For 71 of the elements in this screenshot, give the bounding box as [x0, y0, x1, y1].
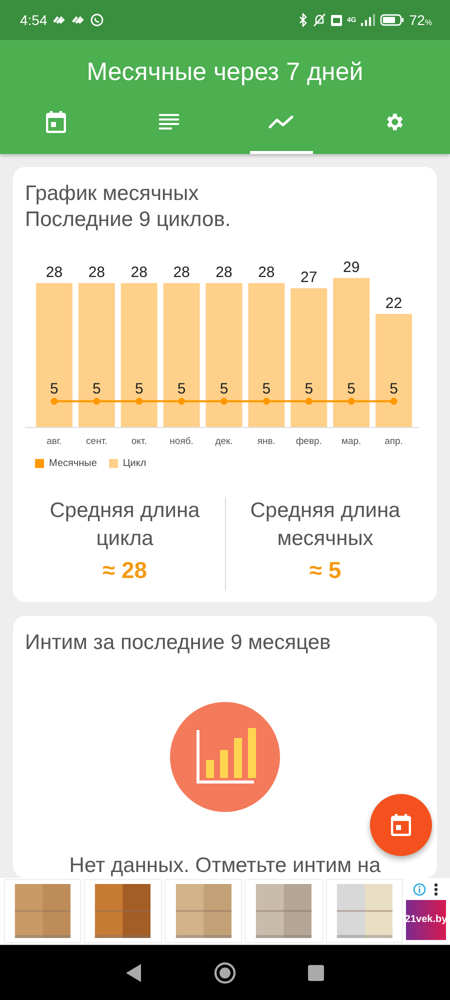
signal-icon: [361, 14, 376, 26]
point-value: 5: [347, 380, 356, 398]
notification-icon: [71, 14, 86, 26]
battery-percent: 72%: [409, 12, 432, 28]
card-subtitle: Последние 9 циклов.: [25, 207, 232, 233]
axis-label: апр.: [384, 436, 403, 447]
phone-bubble-icon: [90, 13, 104, 27]
bar-value: 22: [385, 294, 402, 312]
bar-value: 28: [88, 264, 105, 282]
period-point: [348, 398, 355, 405]
card-title: График месячных: [25, 181, 200, 207]
axis-label: нояб.: [170, 436, 194, 447]
point-value: 5: [304, 380, 314, 398]
period-point: [93, 398, 100, 405]
calendar-icon: [391, 814, 411, 836]
point-value: 5: [92, 380, 101, 398]
bar-value: 29: [343, 258, 360, 276]
period-point: [178, 398, 186, 405]
ad-banner[interactable]: 21vek.by: [0, 878, 450, 945]
status-time: 4:54: [20, 12, 48, 28]
point-value: 5: [134, 380, 144, 398]
period-point: [136, 398, 143, 405]
point-value: 5: [50, 380, 58, 398]
volte-icon: [330, 14, 342, 26]
stat-value: ≈ 28: [101, 557, 148, 584]
period-point: [390, 398, 398, 405]
muted-bell-icon: [312, 13, 326, 27]
bar-value: 27: [300, 269, 318, 286]
legend-swatch: [35, 459, 44, 468]
axis-label: авг.: [46, 436, 62, 447]
legend-swatch: [108, 459, 118, 468]
empty-message: Нет данных. Отметьте интим на: [68, 854, 382, 878]
notification-icon: [52, 14, 66, 26]
bluetooth-icon: [298, 13, 308, 27]
advertiser-logo: 21vek.by: [406, 900, 446, 940]
axis-label: окт.: [131, 436, 147, 447]
axis-label: мар.: [341, 436, 362, 447]
axis-label: сент.: [86, 436, 108, 447]
app-title: Месячные через 7 дней: [86, 57, 364, 88]
period-point: [305, 398, 312, 405]
point-value: 5: [262, 380, 271, 398]
card-title: Интим за последние 9 месяцев: [25, 630, 332, 656]
more-icon[interactable]: [434, 882, 438, 896]
legend-label: Месячные: [49, 458, 97, 469]
stat-value: ≈ 5: [308, 557, 342, 584]
stat-label: Средняя длина месячных: [249, 498, 402, 552]
home-icon[interactable]: [214, 962, 236, 984]
back-icon[interactable]: [126, 964, 142, 982]
recents-icon[interactable]: [308, 964, 324, 980]
info-icon[interactable]: [413, 882, 426, 896]
bar-value: 28: [130, 264, 148, 282]
point-value: 5: [390, 380, 398, 398]
bar-value: 28: [258, 264, 275, 282]
period-point: [220, 398, 228, 405]
line-chart-icon: [268, 114, 294, 128]
bar-value: 28: [173, 264, 190, 282]
legend-label: Цикл: [122, 458, 146, 469]
stat-label: Средняя длина цикла: [48, 498, 201, 552]
bar-value: 28: [216, 264, 232, 282]
axis-label: дек.: [215, 436, 233, 447]
calendar-icon: [46, 110, 66, 132]
battery-icon: [380, 14, 404, 26]
point-value: 5: [220, 380, 228, 398]
axis-label: янв.: [257, 436, 276, 447]
period-point: [262, 398, 270, 405]
point-value: 5: [177, 380, 186, 398]
list-icon: [158, 114, 179, 130]
bar-chart-icon: [170, 702, 280, 812]
axis-label: февр.: [296, 436, 322, 447]
bar-value: 28: [46, 264, 63, 282]
period-point: [50, 398, 58, 405]
